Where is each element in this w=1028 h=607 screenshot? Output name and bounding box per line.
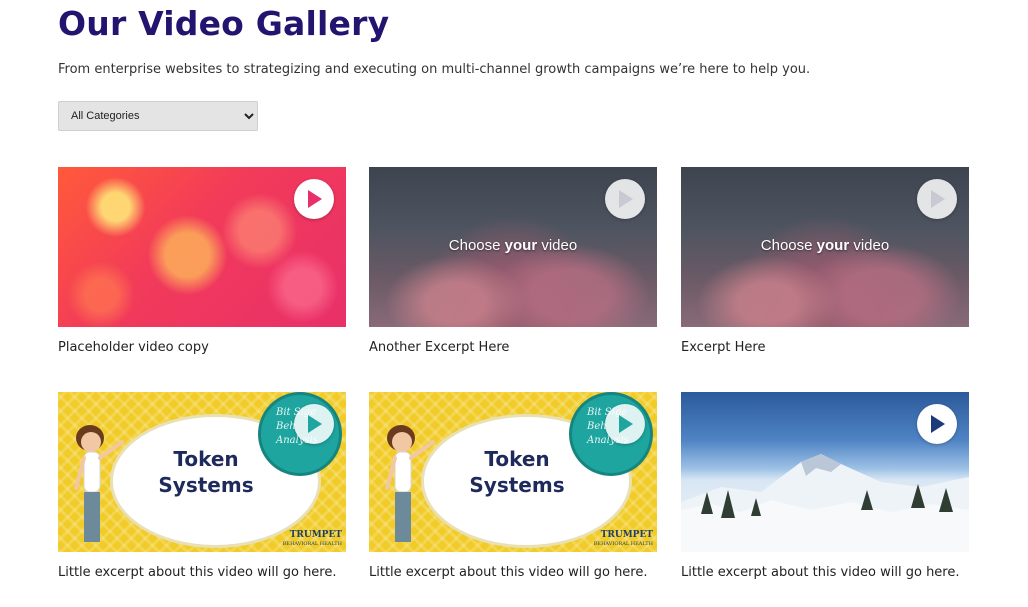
video-thumbnail[interactable]: Choose your video bbox=[369, 167, 657, 327]
video-caption: Another Excerpt Here bbox=[369, 340, 510, 355]
video-thumbnail[interactable]: TokenSystems Bit SigeBehAnalysis TRUMPET… bbox=[58, 392, 346, 552]
play-icon bbox=[619, 190, 633, 208]
video-caption: Little excerpt about this video will go … bbox=[58, 565, 337, 580]
thumbnail-overlay-text: Choose your video bbox=[448, 237, 578, 254]
play-icon bbox=[308, 415, 322, 433]
play-icon bbox=[931, 415, 945, 433]
video-card[interactable]: Placeholder video copy bbox=[58, 167, 346, 355]
cartoon-woman-illustration bbox=[385, 425, 435, 542]
thumbnail-title: Token Systems bbox=[158, 447, 254, 497]
thumbnail-title: Token Systems bbox=[469, 447, 565, 497]
play-button[interactable] bbox=[294, 179, 334, 219]
play-button[interactable] bbox=[294, 404, 334, 444]
video-caption: Little excerpt about this video will go … bbox=[369, 565, 648, 580]
video-caption: Little excerpt about this video will go … bbox=[681, 565, 960, 580]
category-filter-select[interactable]: All Categories bbox=[58, 101, 258, 131]
video-thumbnail[interactable] bbox=[681, 392, 969, 552]
trumpet-logo: TRUMPET BEHAVIORAL HEALTH bbox=[282, 530, 342, 548]
play-icon bbox=[308, 190, 322, 208]
play-button[interactable] bbox=[605, 404, 645, 444]
video-thumbnail[interactable] bbox=[58, 167, 346, 327]
play-icon bbox=[619, 415, 633, 433]
video-card[interactable]: TokenSystems Bit SigeBehAnalysis TRUMPET… bbox=[58, 392, 346, 580]
video-card[interactable]: Choose your video Excerpt Here bbox=[681, 167, 969, 355]
video-card[interactable]: Little excerpt about this video will go … bbox=[681, 392, 969, 580]
thumbnail-overlay-text: Choose your video bbox=[760, 237, 890, 254]
video-card[interactable]: TokenSystems Bit SigeBehAnalysis TRUMPET… bbox=[369, 392, 657, 580]
play-button[interactable] bbox=[917, 179, 957, 219]
page-title: Our Video Gallery bbox=[58, 4, 390, 43]
play-icon bbox=[931, 190, 945, 208]
play-button[interactable] bbox=[917, 404, 957, 444]
video-caption: Excerpt Here bbox=[681, 340, 766, 355]
video-caption: Placeholder video copy bbox=[58, 340, 209, 355]
video-thumbnail[interactable]: TokenSystems Bit SigeBehAnalysis TRUMPET… bbox=[369, 392, 657, 552]
cartoon-woman-illustration bbox=[74, 425, 124, 542]
trumpet-logo: TRUMPET BEHAVIORAL HEALTH bbox=[593, 530, 653, 548]
video-card[interactable]: Choose your video Another Excerpt Here bbox=[369, 167, 657, 355]
play-button[interactable] bbox=[605, 179, 645, 219]
page-subtitle: From enterprise websites to strategizing… bbox=[58, 62, 811, 77]
video-thumbnail[interactable]: Choose your video bbox=[681, 167, 969, 327]
